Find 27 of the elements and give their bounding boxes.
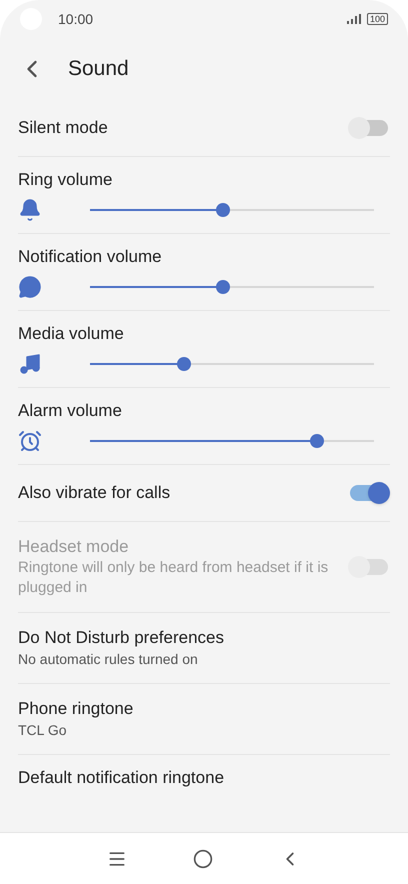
- setting-label: Ring volume: [18, 169, 114, 191]
- settings-item[interactable]: Default notification ringtone: [18, 755, 390, 789]
- home-icon[interactable]: [193, 848, 213, 868]
- settings-item[interactable]: Do Not Disturb preferences No automatic rules turned on: [18, 613, 390, 684]
- setting-label: Also vibrate for calls: [18, 482, 172, 504]
- setting-description: No automatic rules turned on: [18, 650, 199, 669]
- setting-label: Default notification ringtone: [18, 767, 226, 789]
- battery-indicator: 100: [366, 13, 388, 25]
- status-time: 10:00: [58, 10, 94, 28]
- setting-label: Alarm volume: [18, 400, 123, 422]
- chat-bubble-icon: [18, 275, 42, 299]
- toggle-switch[interactable]: [348, 482, 390, 504]
- bell-icon: [18, 198, 42, 222]
- setting-label: Notification volume: [18, 246, 163, 268]
- signal-icon: [346, 14, 361, 24]
- setting-label: Do Not Disturb preferences: [18, 627, 225, 649]
- alarm-clock-icon: [18, 429, 42, 453]
- settings-item[interactable]: Phone ringtone TCL Go: [18, 684, 390, 755]
- page-title: Sound: [68, 56, 129, 82]
- setting-description: TCL Go: [18, 721, 68, 740]
- setting-label: Headset mode: [18, 536, 130, 558]
- music-note-icon: [18, 352, 42, 376]
- setting-label: Media volume: [18, 323, 125, 345]
- setting-description: Ringtone will only be heard from headset if it is plugged in: [18, 558, 330, 598]
- toggle-switch[interactable]: [348, 117, 390, 139]
- setting-label: Silent mode: [18, 117, 109, 139]
- setting-label: Phone ringtone: [18, 698, 134, 720]
